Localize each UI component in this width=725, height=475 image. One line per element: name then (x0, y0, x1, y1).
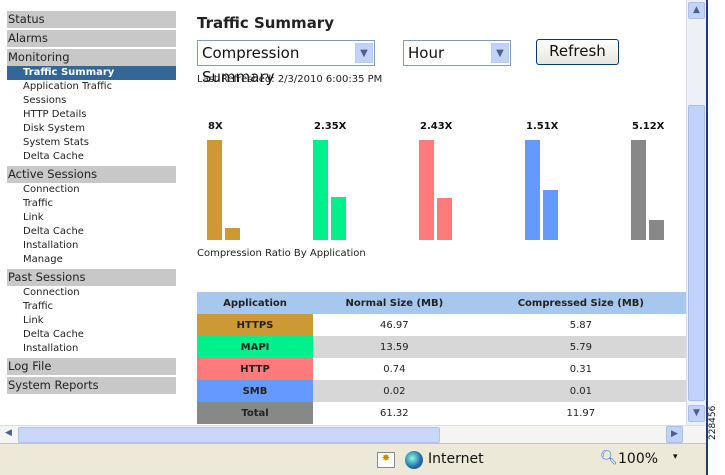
refresh-button[interactable]: Refresh (536, 39, 619, 65)
vertical-scrollbar[interactable]: ▲ ▼ (686, 0, 706, 425)
bar-compressed-mapi (331, 197, 346, 240)
value-cell: 0.31 (569, 363, 592, 375)
zoom-level[interactable]: 100% (618, 451, 658, 467)
ratio-label: 8X (208, 121, 223, 132)
app-name-cell: HTTPS (197, 314, 313, 336)
bar-normal-http (419, 140, 434, 240)
nav-subitem[interactable]: Link (7, 314, 176, 328)
value-cell: 11.97 (566, 407, 596, 419)
scroll-down-icon[interactable]: ▼ (688, 405, 705, 422)
globe-icon (405, 451, 423, 469)
main-content: Traffic Summary Compression Summary ▼ Hou… (197, 0, 686, 425)
ratio-label: 2.35X (314, 121, 347, 132)
table-row: HTTP 0.74 0.31 (197, 358, 686, 380)
nav-subitem[interactable]: Manage (7, 253, 176, 267)
bar-compressed-http (437, 198, 452, 240)
table-row: SMB 0.02 0.01 (197, 380, 686, 402)
value-cell: 0.74 (383, 363, 406, 375)
col-header: Compressed Size (MB) (475, 292, 686, 314)
scroll-thumb[interactable] (688, 105, 705, 401)
nav-subitem[interactable]: Sessions (7, 94, 176, 108)
value-cell: 0.02 (313, 380, 476, 402)
popup-blocker-icon[interactable]: ✸ (377, 452, 395, 468)
compression-chart: 8X 2.35X 2.43X 1.51X 5.12X (197, 110, 686, 250)
nav-subitem[interactable]: Traffic Summary (7, 66, 176, 80)
value-cell: 0.01 (475, 380, 686, 402)
sidebar-nav: Status Alarms Monitoring Traffic Summary… (7, 11, 176, 396)
last-refreshed: Last Refreshed: 2/3/2010 6:00:35 PM (197, 74, 383, 85)
nav-subitem[interactable]: Link (7, 211, 176, 225)
zoom-dropdown-icon[interactable]: ▾ (673, 452, 678, 462)
col-header: Application (197, 292, 313, 314)
security-zone: Internet (428, 451, 484, 467)
scroll-up-icon[interactable]: ▲ (688, 2, 705, 19)
nav-subitem[interactable]: Traffic (7, 197, 176, 211)
nav-subitem[interactable]: System Stats (7, 136, 176, 150)
summary-table: Application Normal Size (MB) Compressed … (197, 292, 686, 424)
nav-subitem[interactable]: Installation (7, 342, 176, 356)
nav-subitem[interactable]: HTTP Details (7, 108, 176, 122)
bar-normal-total (631, 140, 646, 240)
scroll-left-icon[interactable]: ◀ (0, 426, 17, 443)
table-row: HTTPS 46.97 5.87 (197, 314, 686, 336)
bar-compressed-total (649, 220, 664, 240)
app-name-cell: HTTP (197, 358, 313, 380)
report-type-select[interactable]: Compression Summary ▼ (197, 40, 375, 86)
value-cell: 5.87 (569, 319, 592, 331)
nav-alarms[interactable]: Alarms (7, 30, 176, 47)
value-cell: 46.97 (380, 319, 409, 331)
nav-subitem[interactable]: Delta Cache (7, 225, 176, 239)
nav-subitem[interactable]: Application Traffic (7, 80, 176, 94)
nav-active-sessions[interactable]: Active Sessions (7, 166, 176, 183)
nav-subitem[interactable]: Connection (7, 183, 176, 197)
chart-title: Compression Ratio By Application (197, 248, 366, 259)
nav-past-sessions[interactable]: Past Sessions (7, 269, 176, 286)
table-row: MAPI 13.59 5.79 (197, 336, 686, 358)
col-header: Normal Size (MB) (313, 292, 476, 314)
status-bar: ✸ Internet 🔍︎ 100% ▾ (0, 443, 706, 475)
app-name-cell: SMB (197, 380, 313, 402)
app-name-cell: MAPI (197, 336, 313, 358)
figure-edge (706, 0, 725, 475)
nav-subitem[interactable]: Delta Cache (7, 150, 176, 164)
ratio-label: 2.43X (420, 121, 453, 132)
value-cell: 5.79 (475, 336, 686, 358)
nav-system-reports[interactable]: System Reports (7, 377, 176, 394)
nav-subitem[interactable]: Installation (7, 239, 176, 253)
period-select[interactable]: Hour ▼ (403, 40, 511, 66)
table-row: Total 61.32 11.97 (197, 402, 686, 424)
figure-id: 228456 (708, 405, 718, 440)
value-cell: 61.32 (380, 407, 409, 419)
value-cell: 13.59 (313, 336, 476, 358)
bar-normal-https (207, 140, 222, 240)
ratio-label: 1.51X (526, 121, 559, 132)
chevron-down-icon: ▼ (355, 43, 373, 63)
nav-status[interactable]: Status (7, 11, 176, 28)
nav-subitem[interactable]: Delta Cache (7, 328, 176, 342)
zoom-icon: 🔍︎ (600, 450, 618, 466)
page-title: Traffic Summary (197, 14, 334, 32)
horizontal-scrollbar[interactable]: ◀ ▶ (0, 425, 706, 443)
nav-subitem[interactable]: Traffic (7, 300, 176, 314)
period-value: Hour (408, 44, 445, 62)
bar-normal-mapi (313, 140, 328, 240)
nav-log-file[interactable]: Log File (7, 358, 176, 375)
app-name-cell: Total (197, 402, 313, 424)
bar-compressed-https (225, 228, 240, 240)
nav-subitem[interactable]: Disk System (7, 122, 176, 136)
ratio-label: 5.12X (632, 121, 665, 132)
bar-compressed-smb (543, 190, 558, 240)
chevron-down-icon: ▼ (491, 43, 509, 63)
scroll-right-icon[interactable]: ▶ (666, 426, 683, 443)
bar-normal-smb (525, 140, 540, 240)
nav-subitem[interactable]: Connection (7, 286, 176, 300)
scroll-thumb[interactable] (18, 427, 440, 443)
nav-monitoring[interactable]: Monitoring (7, 49, 176, 66)
